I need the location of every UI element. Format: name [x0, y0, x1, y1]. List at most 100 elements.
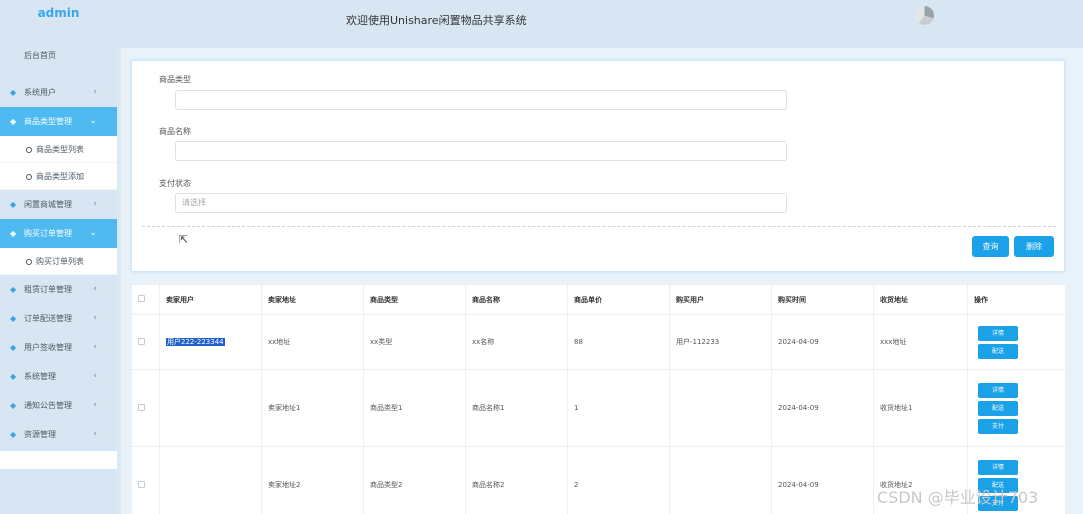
- menu-label: 用户签收管理: [24, 343, 72, 352]
- deliver-button[interactable]: 配送: [978, 400, 1018, 416]
- clock-icon: [26, 147, 32, 153]
- chevron-left-icon: ‹: [93, 371, 97, 381]
- seller-value: 用户222-223344: [166, 338, 225, 346]
- row-checkbox[interactable]: [138, 337, 145, 345]
- deliver-button[interactable]: 配送: [978, 343, 1018, 359]
- time-cell: 2024-04-09: [771, 369, 874, 447]
- col-header: 购买用户: [669, 284, 772, 315]
- diamond-icon: ◆: [10, 313, 17, 323]
- menu-resources[interactable]: ◆ 资源管理 ‹: [0, 420, 117, 449]
- menu-system-management[interactable]: ◆ 系统管理 ‹: [0, 362, 117, 391]
- diamond-icon: ◆: [10, 429, 17, 439]
- diamond-icon: ◆: [10, 400, 17, 410]
- row-checkbox[interactable]: [138, 480, 145, 488]
- name-cell: xx名称: [465, 314, 568, 370]
- diamond-icon: ◆: [10, 87, 17, 97]
- chevron-down-icon: ⌄: [89, 228, 97, 238]
- row-checkbox[interactable]: [138, 403, 145, 411]
- type-cell: 商品类型2: [363, 446, 466, 514]
- menu-label: 购买订单管理: [24, 229, 72, 238]
- orders-table: 卖家用户 卖家地址 商品类型 商品名称 商品单价 购买用户 购买时间 收货地址 …: [131, 284, 1066, 514]
- diamond-icon: ◆: [10, 284, 17, 294]
- search-form: 商品类型 商品名称 支付状态 请选择 ⇱ 查询 删除: [131, 60, 1065, 272]
- name-cell: 商品名称1: [465, 369, 568, 447]
- watermark: CSDN @毕业设计703: [877, 488, 1039, 507]
- type-cell: 商品类型1: [363, 369, 466, 447]
- menu-user-receipt[interactable]: ◆ 用户签收管理 ‹: [0, 333, 117, 362]
- detail-button[interactable]: 详情: [978, 382, 1018, 398]
- pay-status-select[interactable]: 请选择: [175, 193, 787, 213]
- menu-label: 租赁订单管理: [24, 285, 72, 294]
- menu-label: 系统用户: [24, 88, 56, 97]
- seller-cell: [159, 446, 262, 514]
- col-header: 卖家用户: [159, 284, 262, 315]
- name-cell: 商品名称2: [465, 446, 568, 514]
- query-button[interactable]: 查询: [972, 236, 1009, 257]
- buyer-cell: [669, 369, 772, 447]
- col-header: 购买时间: [771, 284, 874, 315]
- menu-idle-mall[interactable]: ◆ 闲置商城管理 ‹: [0, 190, 117, 219]
- select-all-cell[interactable]: [131, 284, 160, 315]
- ops-cell: 详情 配送 支付: [967, 369, 1066, 447]
- pay-status-label: 支付状态: [159, 179, 191, 188]
- product-name-input[interactable]: [175, 141, 787, 161]
- chevron-left-icon: ‹: [93, 400, 97, 410]
- divider: [142, 226, 1056, 227]
- delivery-cell: xxx地址: [873, 314, 968, 370]
- menu-label: 资源管理: [24, 430, 56, 439]
- chevron-left-icon: ‹: [93, 313, 97, 323]
- type-cell: xx类型: [363, 314, 466, 370]
- clock-icon: [26, 174, 32, 180]
- menu-home[interactable]: 后台首页: [0, 34, 117, 78]
- price-cell: 88: [567, 314, 670, 370]
- row-select-cell[interactable]: [131, 314, 160, 370]
- seller-cell: [159, 369, 262, 447]
- submenu-product-type-add[interactable]: 商品类型添加: [0, 163, 117, 190]
- submenu-purchase-order-list[interactable]: 购买订单列表: [0, 248, 117, 275]
- diamond-icon: ◆: [10, 371, 17, 381]
- seller-cell: 用户222-223344: [159, 314, 262, 370]
- diamond-icon: ◆: [10, 199, 17, 209]
- menu-rental-orders[interactable]: ◆ 租赁订单管理 ‹: [0, 275, 117, 304]
- time-cell: 2024-04-09: [771, 446, 874, 514]
- menu-product-type[interactable]: ◆ 商品类型管理 ⌄: [0, 107, 117, 136]
- menu-label: 订单配送管理: [24, 314, 72, 323]
- menu-label: 闲置商城管理: [24, 200, 72, 209]
- time-cell: 2024-04-09: [771, 314, 874, 370]
- menu-purchase-orders[interactable]: ◆ 购买订单管理 ⌄: [0, 219, 117, 248]
- table-row: 卖家地址1 商品类型1 商品名称1 1 2024-04-09 收货地址1 详情 …: [131, 369, 1066, 447]
- col-header: 收货地址: [873, 284, 968, 315]
- product-type-label: 商品类型: [159, 75, 191, 84]
- pay-button[interactable]: 支付: [978, 418, 1018, 434]
- menu-order-delivery[interactable]: ◆ 订单配送管理 ‹: [0, 304, 117, 333]
- price-cell: 1: [567, 369, 670, 447]
- chevron-left-icon: ‹: [93, 199, 97, 209]
- diamond-icon: ◆: [10, 116, 17, 126]
- detail-button[interactable]: 详情: [978, 325, 1018, 341]
- delivery-cell: 收货地址1: [873, 369, 968, 447]
- diamond-icon: ◆: [10, 228, 17, 238]
- menu-spacer: [0, 451, 117, 469]
- select-all-checkbox[interactable]: [138, 295, 145, 302]
- clock-icon: [26, 259, 32, 265]
- address-cell: xx地址: [261, 314, 364, 370]
- product-type-input[interactable]: [175, 90, 787, 110]
- top-header: 欢迎使用Unishare闲置物品共享系统: [117, 0, 1083, 48]
- menu-notice[interactable]: ◆ 通知公告管理 ‹: [0, 391, 117, 420]
- row-select-cell[interactable]: [131, 369, 160, 447]
- row-select-cell[interactable]: [131, 446, 160, 514]
- sidebar: admin 后台首页 ◆ 系统用户 ‹ ◆ 商品类型管理 ⌄ 商品类型列表 商品…: [0, 0, 117, 514]
- submenu-product-type-list[interactable]: 商品类型列表: [0, 136, 117, 163]
- menu-label: 商品类型管理: [24, 117, 72, 126]
- menu-system-users[interactable]: ◆ 系统用户 ‹: [0, 78, 117, 107]
- chevron-left-icon: ‹: [93, 284, 97, 294]
- product-name-label: 商品名称: [159, 127, 191, 136]
- detail-button[interactable]: 详情: [978, 459, 1018, 475]
- table-header-row: 卖家用户 卖家地址 商品类型 商品名称 商品单价 购买用户 购买时间 收货地址 …: [131, 284, 1066, 315]
- col-header: 商品单价: [567, 284, 670, 315]
- price-cell: 2: [567, 446, 670, 514]
- brand-label: admin: [37, 6, 80, 20]
- delete-button[interactable]: 删除: [1014, 236, 1054, 257]
- submenu-label: 商品类型列表: [36, 145, 84, 154]
- col-header: 商品名称: [465, 284, 568, 315]
